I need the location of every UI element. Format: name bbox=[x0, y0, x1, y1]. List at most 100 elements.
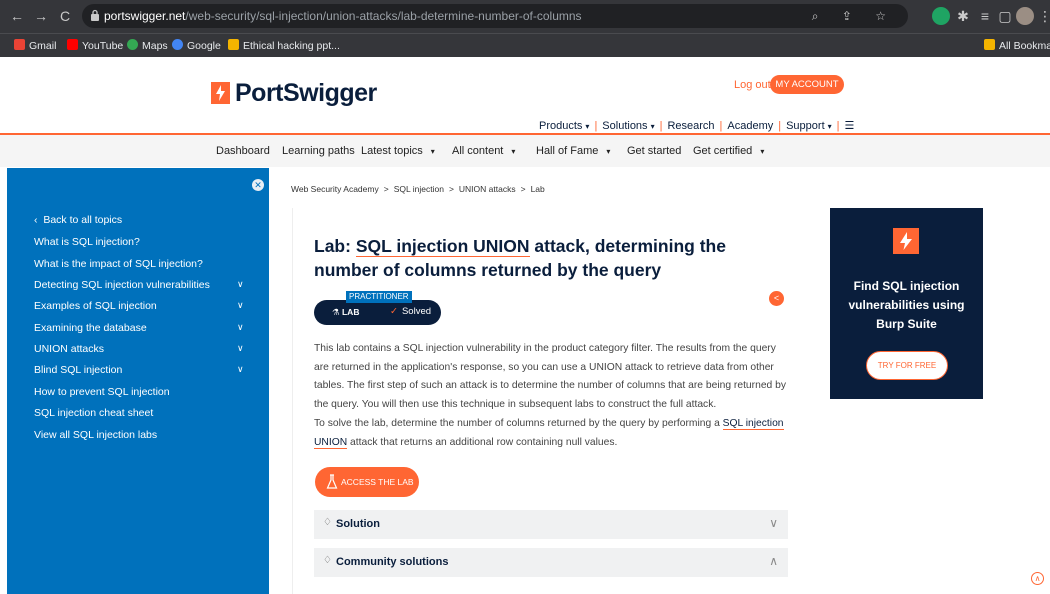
chevron-down-icon[interactable]: ∨ bbox=[769, 516, 778, 530]
sidebar-item[interactable]: How to prevent SQL injection bbox=[34, 386, 249, 398]
site-header: PortSwigger Log out MY ACCOUNT Products ▾… bbox=[0, 57, 1050, 135]
sidebar-item[interactable]: View all SQL injection labs bbox=[34, 429, 249, 441]
chevron-down-icon: ▾ bbox=[650, 122, 655, 131]
sidebar-item[interactable]: What is the impact of SQL injection? bbox=[34, 258, 249, 270]
bookmark-gmail[interactable]: Gmail bbox=[14, 39, 56, 52]
close-sidebar-icon[interactable]: ✕ bbox=[252, 179, 264, 191]
sidebar-item[interactable]: SQL injection cheat sheet bbox=[34, 407, 249, 419]
portswigger-bolt-icon bbox=[211, 82, 230, 104]
playlist-icon[interactable]: ≡ bbox=[976, 7, 994, 25]
subnav-all-content[interactable]: All content ▾ bbox=[452, 145, 515, 157]
subnav-latest-topics[interactable]: Latest topics ▾ bbox=[361, 145, 435, 157]
puzzle-extension-icon[interactable]: ✱ bbox=[954, 7, 972, 25]
chevron-down-icon[interactable]: ∨ bbox=[237, 364, 244, 375]
subnav-hall-of-fame[interactable]: Hall of Fame ▾ bbox=[536, 145, 610, 157]
sidebar-item[interactable]: Blind SQL injection ∨ bbox=[34, 364, 249, 376]
scroll-to-top-icon[interactable]: ∧ bbox=[1031, 572, 1044, 585]
chevron-down-icon: ▾ bbox=[827, 122, 832, 131]
subnav-get-started[interactable]: Get started bbox=[627, 145, 681, 157]
flask-icon: ⚗ bbox=[332, 307, 342, 317]
sidebar-back-link[interactable]: ‹ Back to all topics bbox=[34, 214, 249, 226]
chevron-down-icon: ▾ bbox=[511, 147, 516, 156]
lab-description: This lab contains a SQL injection vulner… bbox=[314, 343, 787, 410]
chevron-up-icon[interactable]: ∧ bbox=[769, 554, 778, 568]
breadcrumb: Web Security Academy > SQL injection > UNION… bbox=[291, 184, 545, 194]
bookmark-all[interactable]: All Bookmarks bbox=[984, 39, 1050, 52]
chevron-down-icon: ▾ bbox=[430, 147, 435, 156]
access-lab-button[interactable]: ACCESS THE LAB bbox=[315, 467, 419, 497]
sidebar-item[interactable]: Examples of SQL injection ∨ bbox=[34, 300, 249, 312]
address-bar[interactable]: portswigger.net/web-security/sql-injecti… bbox=[82, 4, 908, 28]
share-icon[interactable]: < bbox=[769, 291, 784, 306]
nav-solutions[interactable]: Solutions ▾ bbox=[602, 120, 654, 132]
lightbulb-icon: ♢ bbox=[323, 555, 332, 566]
subnav-get-certified[interactable]: Get certified ▾ bbox=[693, 145, 764, 157]
portswigger-bolt-icon bbox=[893, 228, 919, 254]
bookmark-maps[interactable]: Maps bbox=[127, 39, 168, 52]
solved-status: ✓ Solved bbox=[390, 306, 432, 317]
breadcrumb-union-attacks[interactable]: UNION attacks bbox=[459, 184, 516, 194]
gmail-icon bbox=[14, 39, 25, 50]
forward-arrow-icon[interactable]: → bbox=[32, 7, 50, 25]
lab-label: ⚗ LAB bbox=[332, 307, 360, 317]
nav-academy[interactable]: Academy bbox=[727, 120, 773, 132]
chevron-down-icon[interactable]: ∨ bbox=[237, 343, 244, 354]
chevron-down-icon[interactable]: ∨ bbox=[237, 279, 244, 290]
lightbulb-icon: ♢ bbox=[323, 517, 332, 528]
subnav-learning-paths[interactable]: Learning paths bbox=[282, 145, 355, 157]
chevron-down-icon: ▾ bbox=[760, 147, 765, 156]
lock-icon bbox=[91, 9, 99, 21]
promo-text: Find SQL injection vulnerabilities using… bbox=[848, 279, 965, 331]
chevron-left-icon: ‹ bbox=[34, 214, 44, 226]
try-for-free-button[interactable]: TRY FOR FREE bbox=[866, 351, 948, 380]
primary-nav: Products ▾ | Solutions ▾ | Research | Academy | Su… bbox=[539, 120, 855, 132]
bookmark-youtube[interactable]: YouTube bbox=[67, 39, 123, 52]
flask-icon bbox=[326, 474, 338, 489]
level-label: PRACTITIONER bbox=[346, 291, 412, 303]
omnibox-actions[interactable]: ⌕ ⇪ ☆ bbox=[812, 9, 896, 24]
lab-status-badge: PRACTITIONER ⚗ LAB ✓ Solved bbox=[314, 291, 441, 325]
bookmark-ethical-hacking[interactable]: Ethical hacking ppt... bbox=[228, 39, 340, 52]
breadcrumb-sql-injection[interactable]: SQL injection bbox=[394, 184, 444, 194]
hamburger-menu-icon[interactable]: ☰ bbox=[845, 120, 855, 132]
sidebar-item[interactable]: Examining the database ∨ bbox=[34, 322, 249, 334]
topic-sidebar: ✕ ‹ Back to all topics What is SQL injec… bbox=[7, 168, 269, 594]
browser-toolbar: ← → C portswigger.net/web-security/sql-i… bbox=[0, 0, 1050, 33]
nav-research[interactable]: Research bbox=[667, 120, 714, 132]
bookmark-google[interactable]: Google bbox=[172, 39, 221, 52]
folder-icon bbox=[984, 39, 995, 50]
chevron-down-icon[interactable]: ∨ bbox=[237, 300, 244, 311]
academy-subnav: Dashboard Learning paths Latest topics ▾ … bbox=[0, 135, 1050, 167]
profile-avatar[interactable] bbox=[1016, 7, 1034, 25]
chevron-down-icon: ▾ bbox=[585, 122, 590, 131]
check-icon: ✓ bbox=[390, 306, 398, 317]
nav-products[interactable]: Products ▾ bbox=[539, 120, 589, 132]
reload-icon[interactable]: C bbox=[56, 7, 74, 25]
url-text: portswigger.net/web-security/sql-injecti… bbox=[104, 9, 582, 23]
kebab-menu-icon[interactable]: ⋮ bbox=[1038, 7, 1050, 25]
maps-icon bbox=[127, 39, 138, 50]
grammarly-extension-icon[interactable] bbox=[932, 7, 950, 25]
lab-instructions: To solve the lab, determine the number o… bbox=[314, 418, 784, 449]
sidebar-item[interactable]: UNION attacks ∨ bbox=[34, 343, 249, 355]
youtube-icon bbox=[67, 39, 78, 50]
back-arrow-icon[interactable]: ← bbox=[8, 7, 26, 25]
subnav-dashboard[interactable]: Dashboard bbox=[216, 145, 270, 157]
bookmarks-bar: Gmail YouTube Maps Google Ethical hackin… bbox=[0, 33, 1050, 57]
breadcrumb-academy[interactable]: Web Security Academy bbox=[291, 184, 379, 194]
logout-link[interactable]: Log out bbox=[734, 79, 771, 91]
breadcrumb-lab[interactable]: Lab bbox=[531, 184, 545, 194]
sidebar-item[interactable]: Detecting SQL injection vulnerabilities ∨ bbox=[34, 279, 249, 291]
google-icon bbox=[172, 39, 183, 50]
page-title: Lab: SQL injection UNION attack, determi… bbox=[314, 236, 726, 280]
community-solutions-accordion[interactable]: ♢ Community solutions ∧ bbox=[314, 548, 788, 577]
sidepanel-icon[interactable]: ▢ bbox=[996, 7, 1014, 25]
chevron-down-icon[interactable]: ∨ bbox=[237, 322, 244, 333]
my-account-button[interactable]: MY ACCOUNT bbox=[770, 75, 844, 94]
burp-promo-panel: Find SQL injection vulnerabilities using… bbox=[830, 208, 983, 399]
nav-support[interactable]: Support ▾ bbox=[786, 120, 832, 132]
sidebar-item[interactable]: What is SQL injection? bbox=[34, 236, 249, 248]
slides-icon bbox=[228, 39, 239, 50]
chevron-down-icon: ▾ bbox=[606, 147, 611, 156]
solution-accordion[interactable]: ♢ Solution ∨ bbox=[314, 510, 788, 539]
